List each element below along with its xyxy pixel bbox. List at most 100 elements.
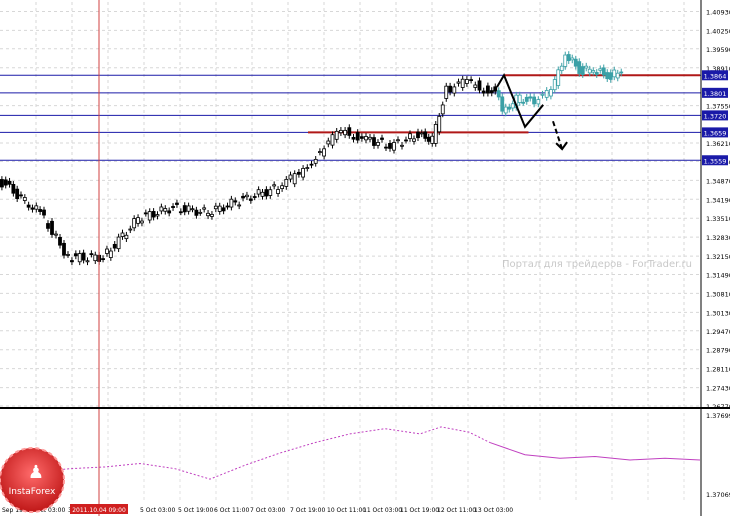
candle-body: [101, 258, 105, 260]
candle-body: [3, 179, 8, 186]
candle-body: [536, 99, 541, 105]
price-tick-label: 1.37550: [706, 103, 730, 111]
candle-body: [140, 220, 144, 224]
candle-body: [510, 103, 515, 109]
candle-body: [26, 204, 31, 208]
candle-body: [521, 101, 526, 104]
candle-body: [376, 142, 380, 146]
level-label: 1.3801: [704, 90, 727, 98]
candle-body: [384, 146, 388, 149]
candle-body: [380, 137, 384, 140]
candle-body: [105, 248, 109, 254]
candle-body: [351, 136, 356, 140]
candle-body: [155, 214, 160, 217]
candle-body: [124, 234, 129, 240]
price-tick-label: 1.40930: [706, 8, 730, 16]
candle-body: [171, 206, 175, 208]
candle-body: [313, 158, 318, 164]
candle-body: [347, 127, 352, 136]
price-tick-label: 1.39590: [706, 46, 730, 54]
price-tick-label: 1.36210: [706, 140, 730, 148]
candle-body: [430, 135, 435, 144]
logo-text: InstaForex: [9, 487, 56, 497]
candle-body: [426, 136, 431, 142]
candle-body: [229, 198, 234, 208]
time-tick-label: 6 Oct 11:00: [214, 507, 249, 514]
candle-body: [408, 133, 412, 139]
price-tick-label: 1.28110: [706, 366, 730, 374]
candle-body: [30, 207, 35, 210]
candle-body: [245, 194, 249, 198]
candle-body: [343, 129, 348, 136]
level-label: 1.3659: [704, 129, 727, 137]
candle-body: [549, 89, 553, 97]
price-tick-label: 1.34190: [706, 196, 730, 204]
candle-body: [292, 173, 297, 185]
candle-body: [605, 72, 610, 80]
price-axis: 1.409301.402501.395901.389101.375501.362…: [706, 8, 730, 411]
candle-body: [70, 260, 74, 263]
candle-body: [147, 211, 152, 221]
candle-body: [252, 196, 257, 198]
candle-body: [256, 189, 261, 195]
time-tick-label: 5 Oct 03:00: [140, 507, 175, 514]
candle-body: [496, 90, 501, 98]
candle-body: [54, 233, 58, 236]
candle-body: [163, 208, 168, 212]
candle-body: [237, 204, 242, 207]
indicator-tick-label: 1.37699: [706, 412, 730, 420]
candle-body: [317, 151, 322, 153]
time-tick-label: 11 Oct 19:00: [400, 507, 439, 514]
candle-body: [198, 211, 203, 214]
candle-body: [268, 189, 273, 196]
candle-body: [322, 148, 327, 157]
candle-body: [532, 96, 536, 105]
candle-body: [419, 132, 424, 135]
candle-body: [464, 79, 469, 84]
candle-body: [284, 178, 289, 187]
candle-body: [89, 253, 94, 256]
price-tick-label: 1.30130: [706, 309, 730, 317]
time-tick-label: 13 Oct 03:00: [474, 507, 513, 514]
time-tick-label: 5 Oct 19:00: [178, 507, 213, 514]
candle-body: [221, 207, 226, 212]
candle-body: [128, 228, 133, 231]
candle-body: [288, 174, 293, 180]
candle-body: [359, 136, 364, 139]
candle-body: [355, 132, 360, 141]
candle-body: [34, 205, 39, 210]
candle-body: [594, 72, 599, 75]
candle-body: [556, 69, 561, 86]
watermark-text: Портал для трейдеров - ForTrader.ru: [502, 259, 692, 270]
candle-body: [412, 138, 416, 142]
indicator-line-actual: [489, 442, 701, 461]
candle-body: [507, 106, 512, 110]
price-grid: [0, 2, 700, 407]
price-tick-label: 1.29470: [706, 328, 730, 336]
candle-body: [194, 209, 199, 216]
price-tick-label: 1.28790: [706, 347, 730, 355]
candle-body: [517, 94, 522, 103]
candle-body: [444, 85, 449, 99]
candle-body: [400, 144, 404, 147]
candle-body: [608, 72, 613, 80]
candle-body: [559, 65, 564, 72]
candle-body: [210, 213, 214, 217]
candle-body: [489, 90, 494, 94]
candle-body: [15, 188, 20, 200]
level-label: 1.3864: [704, 72, 727, 80]
candle-body: [563, 54, 568, 67]
candle-body: [440, 104, 445, 115]
indicator-pane: 1.37699 1.37069: [0, 412, 730, 500]
candle-body: [301, 168, 306, 178]
price-tick-label: 1.30810: [706, 290, 730, 298]
marker-label: 2011.10.04 09:00: [72, 507, 126, 514]
level-label: 1.3559: [704, 157, 727, 165]
candle-body: [338, 129, 343, 134]
candle-body: [19, 194, 23, 197]
indicator-line-history: [0, 426, 491, 480]
candle-body: [112, 243, 117, 249]
candle-body: [93, 254, 98, 262]
candle-body: [260, 191, 265, 197]
candle-body: [81, 252, 86, 261]
